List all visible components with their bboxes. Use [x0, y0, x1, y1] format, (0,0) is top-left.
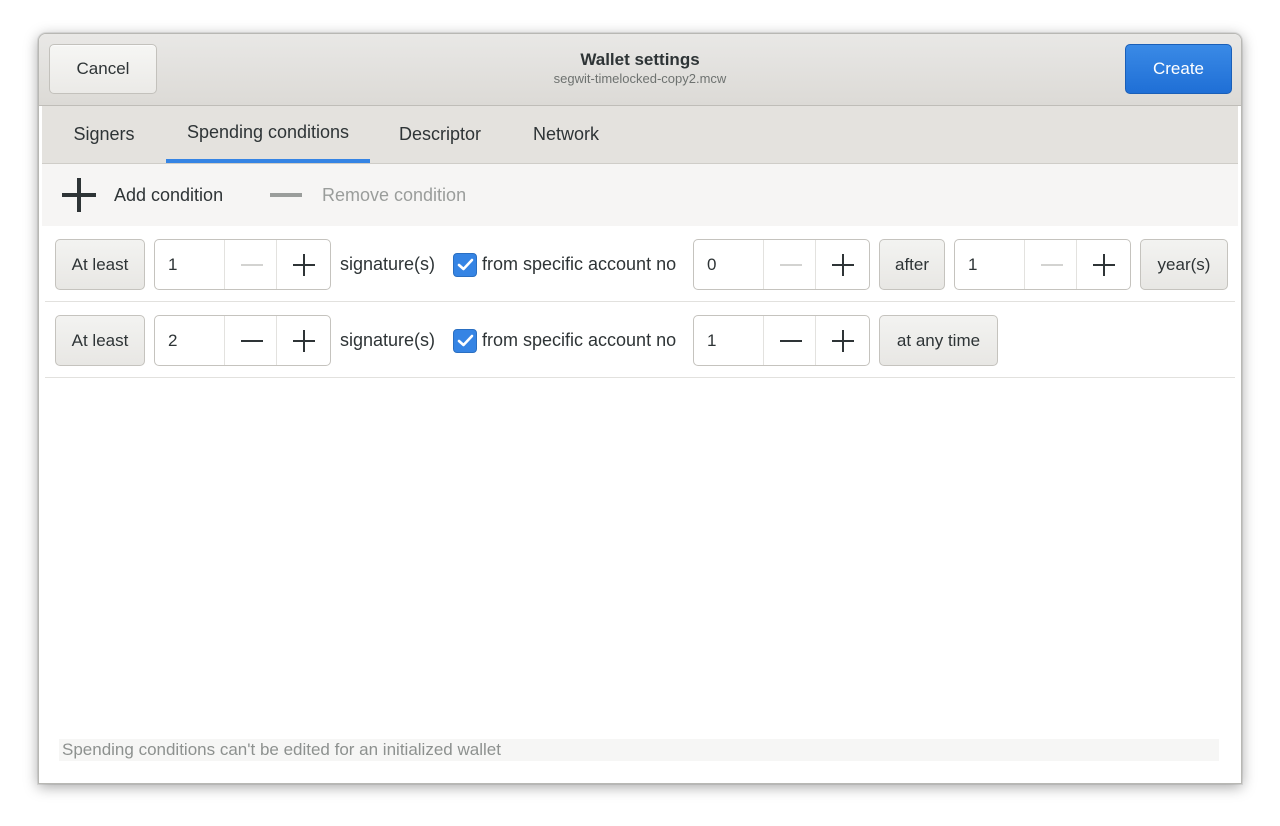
signatures-value[interactable]: 1: [155, 240, 225, 289]
dialog-title: Wallet settings: [580, 50, 700, 69]
account-value[interactable]: 0: [694, 240, 764, 289]
signatures-decrement-button[interactable]: [225, 240, 278, 289]
timelock-spinbutton: 1: [954, 239, 1131, 290]
from-account-label: from specific account no: [482, 330, 677, 350]
header-bar: Cancel Wallet settings segwit-timelocked…: [39, 34, 1241, 106]
conditions-toolbar: Add condition Remove condition: [42, 164, 1238, 226]
timing-button[interactable]: at any time: [879, 315, 998, 366]
signatures-increment-button[interactable]: [277, 316, 330, 365]
dialog-subtitle: segwit-timelocked-copy2.mcw: [553, 71, 727, 86]
from-account-checkbox[interactable]: [453, 329, 477, 353]
plus-icon: [62, 178, 96, 212]
account-decrement-button[interactable]: [764, 240, 817, 289]
title-area: Wallet settings segwit-timelocked-copy2.…: [39, 50, 1241, 86]
checkmark-icon: [457, 258, 474, 271]
tab-network[interactable]: Network: [514, 106, 618, 163]
add-condition-button[interactable]: Add condition: [62, 164, 223, 226]
signatures-label: signature(s): [340, 330, 436, 350]
minus-icon: [240, 264, 263, 266]
at-least-button[interactable]: At least: [55, 315, 145, 366]
timelock-decrement-button[interactable]: [1025, 240, 1078, 289]
from-account-checkbox[interactable]: [453, 253, 477, 277]
tab-descriptor[interactable]: Descriptor: [382, 106, 498, 163]
minus-icon: [270, 193, 302, 197]
timelock-increment-button[interactable]: [1077, 240, 1130, 289]
checkmark-icon: [457, 334, 474, 347]
signatures-spinbutton: 1: [154, 239, 331, 290]
account-spinbutton: 0: [693, 239, 870, 290]
minus-icon: [779, 264, 802, 266]
timelock-value[interactable]: 1: [955, 240, 1025, 289]
wallet-settings-dialog: Cancel Wallet settings segwit-timelocked…: [38, 33, 1242, 784]
signatures-label: signature(s): [340, 254, 436, 274]
create-button[interactable]: Create: [1125, 44, 1232, 94]
at-least-button[interactable]: At least: [55, 239, 145, 290]
tab-signers[interactable]: Signers: [52, 106, 156, 163]
tab-bar: Signers Spending conditions Descriptor N…: [42, 106, 1238, 164]
account-increment-button[interactable]: [816, 240, 869, 289]
signatures-spinbutton: 2: [154, 315, 331, 366]
account-increment-button[interactable]: [816, 316, 869, 365]
timing-button[interactable]: after: [879, 239, 945, 290]
status-message: Spending conditions can't be edited for …: [59, 739, 1219, 761]
from-account-label: from specific account no: [482, 254, 677, 274]
remove-condition-label: Remove condition: [322, 184, 467, 205]
signatures-increment-button[interactable]: [277, 240, 330, 289]
condition-row: At least 1 signature(s) from specific ac…: [45, 226, 1235, 302]
account-value[interactable]: 1: [694, 316, 764, 365]
signatures-value[interactable]: 2: [155, 316, 225, 365]
remove-condition-button[interactable]: Remove condition: [270, 164, 466, 226]
timelock-unit-button[interactable]: year(s): [1140, 239, 1228, 290]
minus-icon: [240, 340, 263, 342]
minus-icon: [1040, 264, 1063, 266]
minus-icon: [779, 340, 802, 342]
account-decrement-button[interactable]: [764, 316, 817, 365]
tab-spending-conditions[interactable]: Spending conditions: [166, 106, 370, 163]
signatures-decrement-button[interactable]: [225, 316, 278, 365]
add-condition-label: Add condition: [114, 184, 224, 205]
account-spinbutton: 1: [693, 315, 870, 366]
condition-row: At least 2 signature(s) from specific ac…: [45, 302, 1235, 378]
